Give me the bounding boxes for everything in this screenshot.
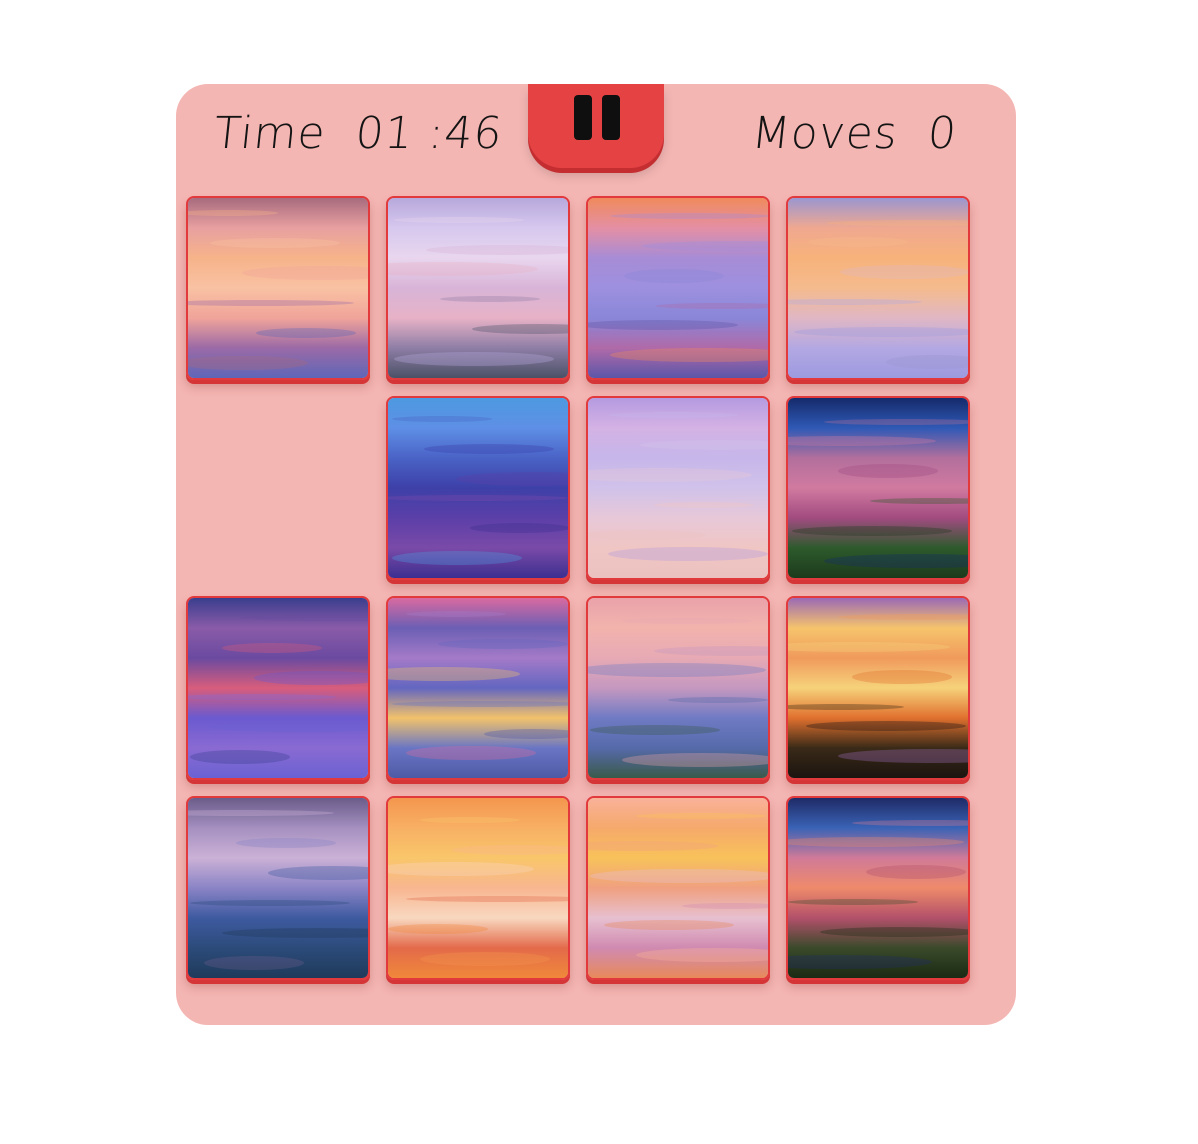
tile-painting xyxy=(588,398,768,578)
puzzle-tile[interactable] xyxy=(386,196,570,380)
puzzle-tile[interactable] xyxy=(186,596,370,780)
tile-painting xyxy=(388,798,568,978)
puzzle-tile[interactable] xyxy=(586,796,770,980)
time-label: Time xyxy=(211,108,329,159)
pause-icon xyxy=(574,95,592,140)
tile-painting xyxy=(588,598,768,778)
time-value: 01 :46 xyxy=(352,108,506,159)
moves-label: Moves xyxy=(749,108,901,159)
pause-icon-bar xyxy=(602,95,620,140)
puzzle-tile[interactable] xyxy=(386,396,570,580)
puzzle-tile[interactable] xyxy=(186,196,370,380)
puzzle-tile[interactable] xyxy=(786,596,970,780)
tile-painting xyxy=(788,798,968,978)
puzzle-tile[interactable] xyxy=(786,196,970,380)
tile-painting xyxy=(188,598,368,778)
puzzle-tile[interactable] xyxy=(586,396,770,580)
puzzle-tile[interactable] xyxy=(586,596,770,780)
tile-painting xyxy=(588,798,768,978)
tile-painting xyxy=(788,198,968,378)
puzzle-tile[interactable] xyxy=(586,196,770,380)
tile-painting xyxy=(388,598,568,778)
move-counter: Moves 0 xyxy=(749,108,959,159)
puzzle-tile[interactable] xyxy=(786,796,970,980)
tile-painting xyxy=(188,198,368,378)
tile-painting xyxy=(388,398,568,578)
tile-painting xyxy=(588,198,768,378)
puzzle-tile[interactable] xyxy=(186,796,370,980)
moves-value: 0 xyxy=(925,108,960,159)
timer: Time 01 :46 xyxy=(211,108,505,159)
puzzle-tile[interactable] xyxy=(786,396,970,580)
tile-painting xyxy=(788,398,968,578)
tile-painting xyxy=(788,598,968,778)
puzzle-tile[interactable] xyxy=(386,796,570,980)
tile-painting xyxy=(388,198,568,378)
pause-button[interactable] xyxy=(528,84,664,168)
puzzle-tile[interactable] xyxy=(386,596,570,780)
tile-painting xyxy=(188,798,368,978)
